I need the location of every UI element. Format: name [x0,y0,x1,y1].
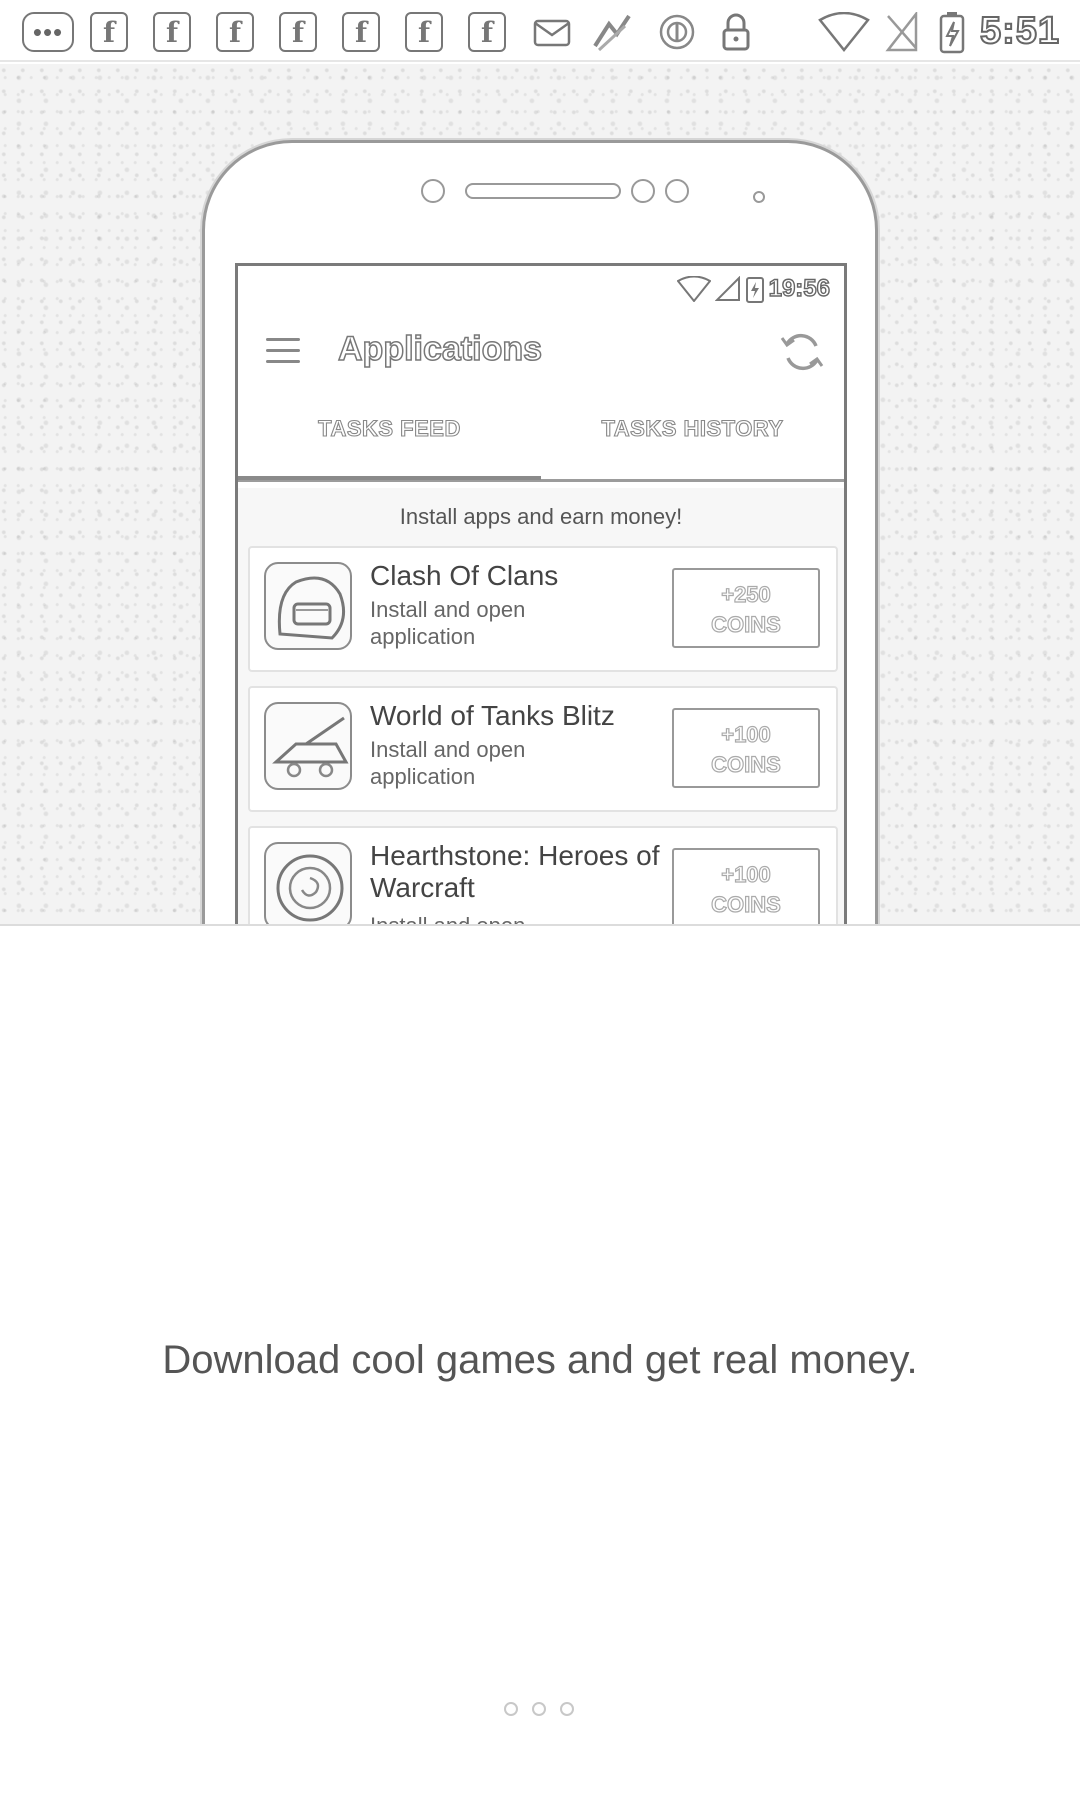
battery-charging-icon [745,277,764,303]
reward-button[interactable]: +100 COINS [672,848,820,924]
facebook-icon: f [279,12,317,52]
task-card[interactable]: World of Tanks Blitz Install and open ap… [248,686,838,812]
mockup-app-title: Applications [337,329,543,369]
signal-icon [714,276,740,301]
app-icon [588,12,636,52]
wifi-icon [676,276,711,302]
reward-amount: +100 [721,721,772,747]
sensor-icon [631,179,655,203]
tab-tasks-feed[interactable]: TASKS FEED [238,406,541,480]
task-title: World of Tanks Blitz [370,700,615,731]
refresh-icon[interactable] [778,328,826,376]
tab-tasks-history[interactable]: TASKS HISTORY [541,406,844,480]
task-title: Hearthstone: Heroes of Warcraft [370,840,660,903]
reward-unit: COINS [711,611,782,637]
mockup-tabs: TASKS FEED TASKS HISTORY [238,406,844,482]
status-bar: ••• f f f f f f f 5:51 [0,0,1080,62]
mockup-app-bar: Applications [238,312,844,392]
menu-icon[interactable] [266,338,300,364]
phone-mockup: 19:56 Applications TASKS FEED TASKS HIST… [202,140,878,926]
task-subtitle: Install and open application [370,737,526,789]
reward-unit: COINS [711,751,782,777]
facebook-icon: f [342,12,380,52]
reward-button[interactable]: +100 COINS [672,708,820,788]
world-of-tanks-icon [264,702,352,790]
page-dot[interactable] [504,1702,518,1716]
speaker-grille [465,183,621,199]
feed-caption: Install apps and earn money! [399,504,683,529]
task-subtitle: Install and open [370,913,526,926]
onboarding-tagline: Download cool games and get real money. [162,1338,918,1382]
facebook-icon: f [468,12,506,52]
sensor-icon [665,179,689,203]
reward-amount: +100 [721,861,772,887]
task-title: Clash Of Clans [370,560,559,591]
reward-amount: +250 [721,581,772,607]
mockup-screen: 19:56 Applications TASKS FEED TASKS HIST… [235,263,847,926]
battery-charging-icon [934,12,970,54]
task-subtitle: Install and open application [370,597,526,649]
lock-icon [718,12,754,52]
page-indicator [504,1702,574,1716]
status-time: 5:51 [979,9,1060,53]
clash-of-clans-icon [264,562,352,650]
led-icon [753,191,765,203]
sync-icon [656,12,698,52]
mail-icon [530,12,574,52]
task-card[interactable]: Clash Of Clans Install and open applicat… [248,546,838,672]
camera-icon [421,179,445,203]
page-dot[interactable] [560,1702,574,1716]
facebook-icon: f [405,12,443,52]
facebook-icon: f [90,12,128,52]
hero-illustration: 19:56 Applications TASKS FEED TASKS HIST… [0,64,1080,926]
more-icon: ••• [22,12,74,52]
facebook-icon: f [216,12,254,52]
task-card[interactable]: Hearthstone: Heroes of Warcraft Install … [248,826,838,926]
page-dot[interactable] [532,1702,546,1716]
no-sim-icon [882,12,922,52]
tasks-feed: Install apps and earn money! Clash Of Cl… [238,488,844,926]
mockup-status-time: 19:56 [768,274,831,302]
wifi-icon [818,12,870,52]
hearthstone-icon [264,842,352,924]
facebook-icon: f [153,12,191,52]
reward-unit: COINS [711,891,782,917]
mockup-status-bar: 19:56 [676,274,831,304]
reward-button[interactable]: +250 COINS [672,568,820,648]
